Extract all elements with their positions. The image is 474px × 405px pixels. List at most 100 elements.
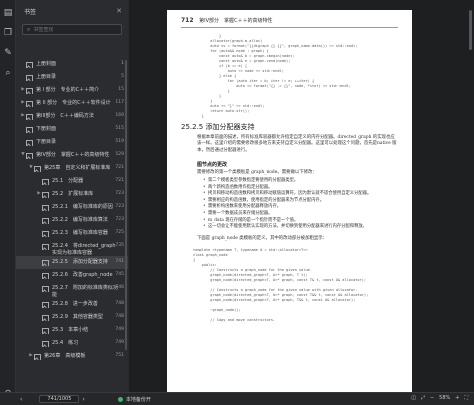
document-viewport[interactable]: 712 第IV部分 掌握C＋＋的高级特性 } allocator(graph.m…	[129, 0, 474, 392]
bookmark-item[interactable]: ▼ 第25章 自定义和扩展标准库 721	[16, 162, 128, 175]
bookmark-search[interactable]: ⌕	[22, 24, 122, 35]
subsection-heading: 图节点的更改	[197, 162, 228, 168]
bookmark-icon	[26, 152, 33, 159]
paragraph-intro: 根据本章前面的描述，所有标准库容器都允许指定自定义的内存分配器。directed…	[197, 135, 397, 153]
bookmark-page-number: 741	[115, 259, 124, 264]
bookmark-page-number: 725	[115, 230, 124, 235]
bookmark-page-number: 519	[115, 139, 124, 144]
bookmark-search-input[interactable]	[33, 26, 114, 33]
bookmark-item[interactable]: 25.2.5 添加分配器支持 741	[16, 256, 128, 269]
sidebar-scrollbar[interactable]	[125, 60, 127, 350]
bookmark-item[interactable]: 25.2.1 编写标准库的原因 723	[16, 201, 128, 214]
page-number-field[interactable]: 741/1005	[39, 395, 80, 403]
page-number: 712	[181, 17, 194, 24]
bookmark-label: 第25章 自定义和扩展标准库	[44, 165, 111, 171]
search-icon: ⌕	[27, 25, 31, 33]
bookmarks-sidebar: 书签 ✕ ⌕ 上册封面1上册目录5▶第 I 部分 专业的C＋＋简介15▶第 II…	[16, 0, 128, 392]
bookmark-page-number: 723	[115, 217, 124, 222]
list-item: 第二个模板类型参数指定要使用的分配器类型。	[203, 178, 399, 185]
close-sidebar-icon[interactable]: ✕	[116, 7, 122, 15]
bookmark-item[interactable]: 25.2.3 编写标准库容器 725	[16, 227, 128, 240]
bookmark-label: 第26章 高级模板	[44, 353, 86, 359]
section-title: 25.2.5 添加分配器支持	[181, 123, 255, 131]
list-item: 拷贝和移动构造函数和拷贝和移动赋值运算符，因为默认就不适合使用自定义分配器。	[203, 191, 399, 198]
bookmark-item[interactable]: 25.2.7 附加的标准库类似功能 746	[16, 282, 128, 298]
bookmark-item[interactable]: 25.2.8 进一步改善 748	[16, 298, 128, 311]
backup-status-text: 本地备份开	[125, 396, 151, 403]
next-page-icon[interactable]: ›	[82, 396, 84, 403]
fit-page-icon[interactable]: ⤢	[421, 395, 425, 401]
bookmark-label: 上册封面	[36, 61, 57, 67]
annotations-icon[interactable]: ✎	[0, 46, 16, 60]
bookmark-label: 25.2.8 进一步改善	[52, 301, 98, 307]
bookmark-icon	[42, 327, 49, 334]
thumbnails-icon[interactable]: ▤	[0, 6, 16, 20]
bookmark-page-number: 5	[121, 74, 124, 79]
bookmark-icon	[34, 353, 41, 360]
list-item: 这一切会让不能使用默认实现的方法，并切换到使用分配器来进行内存分配和释放。	[203, 224, 399, 231]
bookmark-page-number: 745	[115, 272, 124, 277]
bookmark-panel-icon[interactable]: ❐	[0, 26, 16, 40]
bookmark-item[interactable]: ▶ 第 I 部分 专业的C＋＋简介 15	[16, 84, 128, 97]
bookmark-label: 25.4 练习	[52, 340, 79, 346]
bookmark-icon	[42, 243, 49, 250]
bookmark-page-number: 723	[115, 191, 124, 196]
zoom-out-icon[interactable]: −	[430, 395, 434, 401]
bookmark-icon	[26, 100, 33, 107]
bookmark-page-number: 515	[115, 126, 124, 131]
status-right-tools: ◫ ⤢ − 58% + ⛶	[411, 395, 468, 401]
paragraph-changes: 需要修改的第一个类模板是 graph_node。需要做以下修改：	[197, 170, 317, 175]
bookmark-item[interactable]: 上册封面 1	[16, 58, 128, 71]
bookmark-icon	[42, 272, 49, 279]
page-header: 712 第IV部分 掌握C＋＋的高级特性	[181, 17, 273, 24]
bookmark-item[interactable]: ▶ 第III部分 C＋＋编码方法 169	[16, 110, 128, 123]
list-item: 需要析构函数来使用分配器释放内存。	[203, 204, 399, 211]
bookmark-item[interactable]: 25.2.2 编写标准库算法 723	[16, 214, 128, 227]
bookmark-item[interactable]: ▶ 第26章 高级模板 751	[16, 350, 128, 363]
bookmark-page-number: 529	[115, 152, 124, 157]
bookmark-item[interactable]: 下册封面 515	[16, 123, 128, 136]
bookmark-page-number: 15	[118, 87, 124, 92]
zoom-in-icon[interactable]: +	[455, 395, 459, 401]
pdf-page: 712 第IV部分 掌握C＋＋的高级特性 } allocator(graph.m…	[167, 10, 412, 392]
bookmark-page-number: 721	[115, 165, 124, 170]
bookmark-icon	[26, 87, 33, 94]
bookmark-item[interactable]: ▶ 第 II 部分 专业的C＋＋软件设计 117	[16, 97, 128, 110]
backup-status[interactable]: 本地备份开	[117, 396, 151, 403]
running-header: 第IV部分 掌握C＋＋的高级特性	[199, 18, 273, 24]
view-mode-icon[interactable]: ◫	[411, 395, 416, 401]
code-block-top: } allocator(graph.m_alloc) auto vv = for…	[201, 34, 358, 118]
bookmark-page-number: 748	[115, 301, 124, 306]
bookmark-label: 第 I 部分 专业的C＋＋简介	[36, 87, 100, 93]
bookmark-page-number: 748	[115, 314, 124, 319]
bookmark-item[interactable]: 25.3 本章小结 749	[16, 324, 128, 337]
document-scrollbar[interactable]	[469, 10, 472, 50]
code-block-bottom: template <typename T, typename A = std::…	[193, 248, 369, 322]
bookmark-item[interactable]: 上册目录 5	[16, 71, 128, 84]
bookmark-label: 25.2.5 添加分配器支持	[52, 259, 108, 265]
pdf-reader-app: ▤ ❐ ✎ ⌕ ⚙ 书签 ✕ ⌕ 上册封面1上册目录5▶第 I 部分 专业的C＋…	[0, 0, 474, 405]
sidebar-title: 书签	[24, 8, 37, 16]
bookmark-label: 25.2.4 将directed_graph实现为标准库容器	[52, 243, 116, 256]
bookmark-label: 下册目录	[36, 139, 57, 145]
bookmark-item[interactable]: ▼ 第IV部分 掌握C＋＋的高级特性 529	[16, 149, 128, 162]
bookmark-item[interactable]: 25.4 练习 749	[16, 337, 128, 350]
bookmark-item[interactable]: 25.2.9 其他容器类型 748	[16, 311, 128, 324]
zoom-level[interactable]: 58%	[439, 395, 450, 401]
bookmark-item[interactable]: 25.1 分配器 721	[16, 175, 128, 188]
bookmark-item[interactable]: 下册目录 519	[16, 136, 128, 149]
bookmark-label: 25.2.7 附加的标准库类似功能	[52, 285, 118, 298]
bookmark-item[interactable]: 25.2.4 将directed_graph实现为标准库容器 735	[16, 240, 128, 256]
fullscreen-icon[interactable]: ⛶	[464, 395, 468, 401]
bookmark-icon	[42, 178, 49, 185]
bookmark-item[interactable]: ▶ 25.2 扩展标准库 723	[16, 188, 128, 201]
prev-page-icon[interactable]: ‹	[20, 396, 22, 403]
bookmark-item[interactable]: 25.2.6 改善graph_node 745	[16, 269, 128, 282]
bookmark-page-number: 1	[121, 61, 124, 66]
bookmark-icon	[42, 314, 49, 321]
bookmark-icon	[26, 139, 33, 146]
bookmark-label: 25.3 本章小结	[52, 327, 89, 333]
bookmark-label: 25.2.1 编写标准库的原因	[52, 204, 113, 210]
bookmark-page-number: 735	[115, 243, 124, 248]
search-panel-icon[interactable]: ⌕	[0, 66, 16, 80]
